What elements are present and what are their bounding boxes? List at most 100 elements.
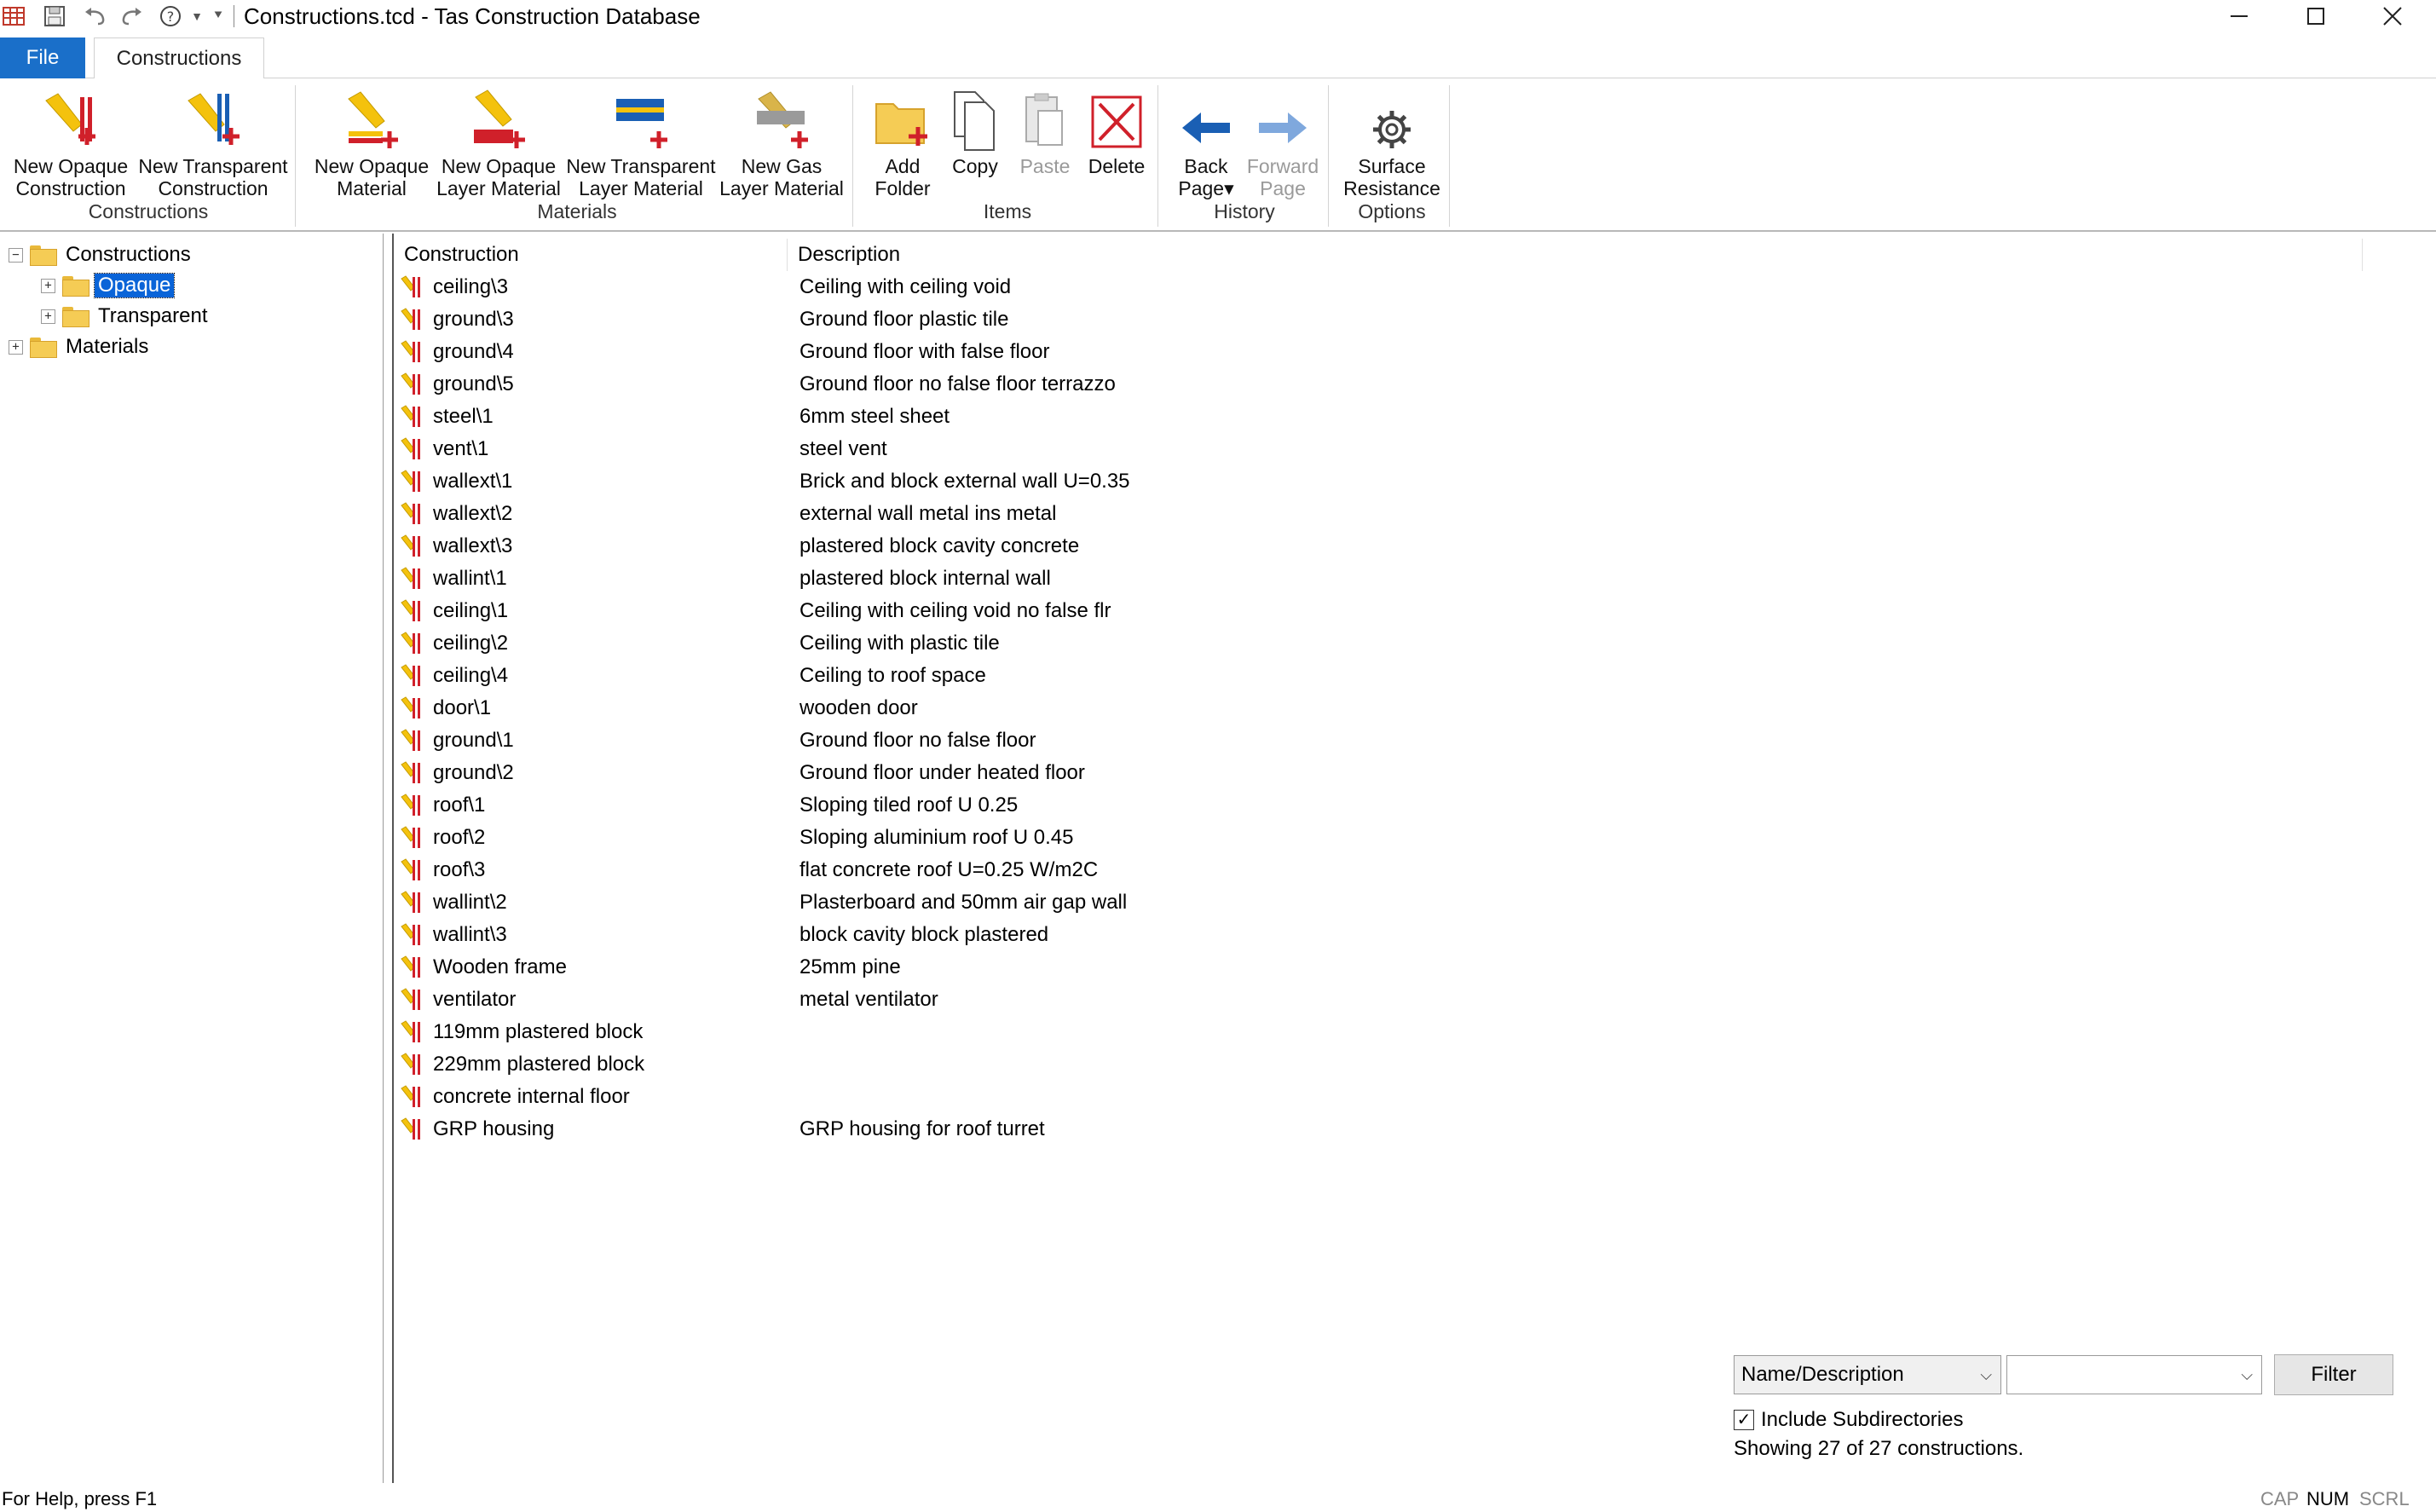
table-row[interactable]: wallext\3 plastered block cavity concrete (394, 530, 2013, 563)
construction-description: Sloping aluminium roof U 0.45 (799, 826, 1074, 849)
surface-resistance-button[interactable]: Surface Resistance (1336, 87, 1447, 199)
tree-node-materials[interactable]: + Materials (9, 332, 152, 361)
showing-count-text: Showing 27 of 27 constructions. (1734, 1437, 2024, 1460)
tab-constructions[interactable]: Constructions (94, 38, 264, 79)
button-label-line1: Forward (1246, 155, 1319, 177)
construction-icon (401, 891, 423, 915)
title-bar: ? ▼ ⯆ Constructions.tcd - Tas Constructi… (0, 0, 2436, 32)
construction-description: block cavity block plastered (799, 923, 1049, 946)
help-dropdown-icon[interactable]: ▼ (189, 3, 205, 29)
expand-icon[interactable]: + (41, 278, 55, 293)
filter-field-select[interactable]: Name/Description ⌵ (1734, 1355, 2001, 1394)
tree-node-opaque[interactable]: + Opaque (41, 271, 176, 300)
table-row[interactable]: GRP housing GRP housing for roof turret (394, 1113, 2013, 1146)
save-icon[interactable] (41, 3, 68, 29)
table-row[interactable]: ceiling\2 Ceiling with plastic tile (394, 627, 2013, 660)
status-bar: For Help, press F1 CAP NUM SCRL (0, 1485, 2436, 1512)
table-row[interactable]: ground\2 Ground floor under heated floor (394, 757, 2013, 789)
table-row[interactable]: ventilator metal ventilator (394, 984, 2013, 1016)
tree-node-transparent[interactable]: + Transparent (41, 302, 211, 331)
column-header-description[interactable]: Description (788, 239, 2363, 271)
table-row[interactable]: 229mm plastered block (394, 1048, 2013, 1081)
construction-icon (401, 664, 423, 688)
expand-icon[interactable]: + (41, 309, 55, 324)
construction-description: Ceiling with ceiling void no false flr (799, 599, 1111, 622)
table-row[interactable]: ground\4 Ground floor with false floor (394, 336, 2013, 368)
copy-button[interactable]: Copy (943, 87, 1007, 177)
customize-icon[interactable]: ⯆ (210, 3, 227, 29)
construction-icon (401, 1053, 423, 1076)
table-row[interactable]: ground\1 Ground floor no false floor (394, 724, 2013, 757)
new-transparent-layer-material-button[interactable]: New Transparent Layer Material (564, 87, 718, 199)
table-row[interactable]: ceiling\1 Ceiling with ceiling void no fa… (394, 595, 2013, 627)
gear-icon (1336, 87, 1447, 153)
column-header-construction[interactable]: Construction (394, 239, 788, 271)
table-row[interactable]: wallext\2 external wall metal ins metal (394, 498, 2013, 530)
construction-description: Ceiling with plastic tile (799, 632, 1000, 655)
table-row[interactable]: roof\1 Sloping tiled roof U 0.25 (394, 789, 2013, 822)
tab-file[interactable]: File (0, 38, 85, 78)
table-row[interactable]: wallint\1 plastered block internal wall (394, 563, 2013, 595)
table-row[interactable]: roof\2 Sloping aluminium roof U 0.45 (394, 822, 2013, 854)
new-opaque-layer-material-button[interactable]: New Opaque Layer Material (435, 87, 563, 199)
maximize-button[interactable] (2277, 0, 2354, 32)
table-row[interactable]: wallint\3 block cavity block plastered (394, 919, 2013, 951)
folder-tree: − Constructions + Opaque + Transparent +… (0, 234, 384, 1483)
table-row[interactable]: roof\3 flat concrete roof U=0.25 W/m2C (394, 854, 2013, 886)
app-icon[interactable] (2, 3, 26, 29)
add-folder-button[interactable]: Add Folder (864, 87, 941, 199)
table-row[interactable]: door\1 wooden door (394, 692, 2013, 724)
collapse-icon[interactable]: − (9, 247, 23, 263)
new-opaque-construction-button[interactable]: New Opaque Construction (7, 87, 135, 199)
construction-icon (401, 955, 423, 979)
table-row[interactable]: ceiling\4 Ceiling to roof space (394, 660, 2013, 692)
construction-name: ceiling\1 (433, 599, 509, 622)
forward-page-button[interactable]: Forward Page (1244, 87, 1321, 199)
table-row[interactable]: concrete internal floor (394, 1081, 2013, 1113)
new-transparent-construction-button[interactable]: New Transparent Construction (136, 87, 290, 199)
back-page-button[interactable]: Back Page▾ (1168, 87, 1244, 199)
paste-button[interactable]: Paste (1011, 87, 1079, 177)
help-icon[interactable]: ? (157, 3, 184, 29)
constructions-list: Construction Description ceiling\3 Ceilin… (392, 234, 2436, 1483)
button-label-line1: New Opaque (13, 155, 129, 177)
construction-description: 25mm pine (799, 955, 901, 978)
table-row[interactable]: vent\1 steel vent (394, 433, 2013, 465)
construction-name: ground\1 (433, 729, 514, 752)
filter-button[interactable]: Filter (2274, 1354, 2393, 1395)
button-label-line1: Paste (1019, 155, 1071, 177)
construction-description: steel vent (799, 437, 887, 460)
table-row[interactable]: ground\5 Ground floor no false floor terr… (394, 368, 2013, 401)
close-button[interactable] (2354, 0, 2431, 32)
construction-icon (401, 923, 423, 947)
construction-name: ceiling\4 (433, 664, 509, 687)
construction-icon (401, 599, 423, 623)
redo-icon[interactable] (116, 3, 147, 29)
folder-icon (62, 276, 89, 297)
construction-icon (401, 372, 423, 396)
table-row[interactable]: steel\1 6mm steel sheet (394, 401, 2013, 433)
table-row[interactable]: ground\3 Ground floor plastic tile (394, 303, 2013, 336)
button-label-line1: New Transparent (138, 155, 288, 177)
new-opaque-material-button[interactable]: New Opaque Material (309, 87, 435, 199)
table-row[interactable]: 119mm plastered block (394, 1016, 2013, 1048)
button-label-line1: New Opaque (441, 155, 557, 177)
table-row[interactable]: ceiling\3 Ceiling with ceiling void (394, 271, 2013, 303)
new-opaque-construction-icon (7, 87, 135, 153)
minimize-button[interactable] (2201, 0, 2277, 32)
undo-icon[interactable] (80, 3, 111, 29)
construction-icon (401, 761, 423, 785)
button-label-line2: Layer Material (436, 177, 561, 199)
new-gas-layer-material-button[interactable]: New Gas Layer Material (718, 87, 846, 199)
table-row[interactable]: Wooden frame 25mm pine (394, 951, 2013, 984)
tree-node-constructions[interactable]: − Constructions (9, 240, 194, 269)
construction-icon (401, 1020, 423, 1044)
delete-button[interactable]: Delete (1082, 87, 1151, 177)
table-row[interactable]: wallint\2 Plasterboard and 50mm air gap w… (394, 886, 2013, 919)
include-subdirectories-checkbox[interactable]: ✓ (1734, 1410, 1754, 1430)
new-transparent-layer-material-icon (564, 87, 718, 153)
filter-value-select[interactable]: ⌵ (2006, 1355, 2262, 1394)
expand-icon[interactable]: + (9, 339, 23, 355)
table-row[interactable]: wallext\1 Brick and block external wall U… (394, 465, 2013, 498)
construction-name: steel\1 (433, 405, 494, 428)
